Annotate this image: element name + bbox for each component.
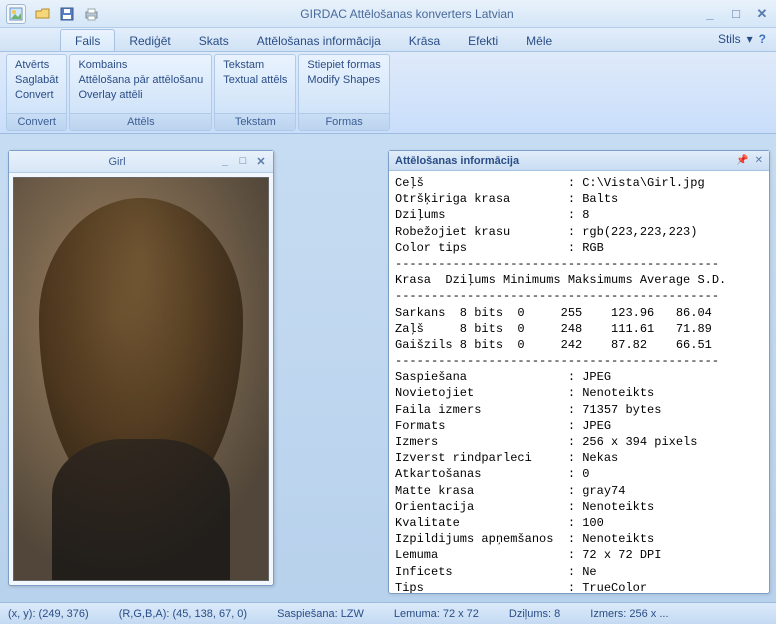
statusbar: (x, y): (249, 376) (R,G,B,A): (45, 138, … xyxy=(0,602,776,624)
maximize-button[interactable]: □ xyxy=(728,6,744,22)
image-window-title: Girl xyxy=(15,156,219,168)
print-icon[interactable] xyxy=(82,5,100,23)
tab-skats[interactable]: Skats xyxy=(185,30,243,51)
ribbon-group-label: Attēls xyxy=(70,113,211,130)
ribbon: Atvērts Saglabāt Convert Convert Kombain… xyxy=(0,52,776,134)
close-button[interactable]: ✕ xyxy=(754,6,770,22)
status-compression: Saspiešana: LZW xyxy=(277,608,364,620)
ribbon-item-atverts[interactable]: Atvērts xyxy=(13,58,60,72)
child-close-button[interactable]: ✕ xyxy=(255,155,267,168)
stils-label: Stils xyxy=(718,32,741,46)
ribbon-item-overlay[interactable]: Overlay attēli xyxy=(76,88,205,102)
quick-access-toolbar xyxy=(34,5,100,23)
ribbon-item-stiepiet-formas[interactable]: Stiepiet formas xyxy=(305,58,382,72)
workspace: Girl _ □ ✕ Attēlošanas informācija 📌 ✕ C… xyxy=(0,134,776,602)
status-rgba: (R,G,B,A): (45, 138, 67, 0) xyxy=(119,608,247,620)
child-minimize-button[interactable]: _ xyxy=(219,155,231,168)
status-depth: Dziļums: 8 xyxy=(509,608,560,620)
window-controls: _ □ ✕ xyxy=(702,6,770,22)
titlebar: GIRDAC Attēlošanas konverters Latvian _ … xyxy=(0,0,776,28)
ribbon-group-convert: Atvērts Saglabāt Convert Convert xyxy=(6,54,67,131)
panel-close-button[interactable]: ✕ xyxy=(755,155,763,166)
info-panel-titlebar[interactable]: Attēlošanas informācija 📌 ✕ xyxy=(389,151,769,171)
child-maximize-button[interactable]: □ xyxy=(237,155,249,168)
tab-rediget[interactable]: Rediģēt xyxy=(115,30,184,51)
tab-efekti[interactable]: Efekti xyxy=(454,30,512,51)
open-icon[interactable] xyxy=(34,5,52,23)
ribbon-group-label: Tekstam xyxy=(215,113,295,130)
ribbon-item-kombains[interactable]: Kombains xyxy=(76,58,205,72)
ribbon-group-tekstam: Tekstam Textual attēls Tekstam xyxy=(214,54,296,131)
tab-fails[interactable]: Fails xyxy=(60,29,115,51)
status-size: Izmers: 256 x ... xyxy=(590,608,668,620)
ribbon-group-label: Convert xyxy=(7,113,66,130)
ribbon-item-tekstam[interactable]: Tekstam xyxy=(221,58,289,72)
ribbon-group-attels: Kombains Attēlošana pār attēlošanu Overl… xyxy=(69,54,212,131)
ribbon-group-label: Formas xyxy=(299,113,388,130)
ribbon-item-att-par-att[interactable]: Attēlošana pār attēlošanu xyxy=(76,73,205,87)
ribbon-tabs: Fails Rediģēt Skats Attēlošanas informāc… xyxy=(0,28,776,52)
tab-krasa[interactable]: Krāsa xyxy=(395,30,454,51)
ribbon-item-textual-attels[interactable]: Textual attēls xyxy=(221,73,289,87)
info-panel-title: Attēlošanas informācija xyxy=(395,155,736,167)
minimize-button[interactable]: _ xyxy=(702,6,718,22)
app-icon xyxy=(6,4,26,24)
app-title: GIRDAC Attēlošanas konverters Latvian xyxy=(112,7,702,21)
ribbon-item-modify-shapes[interactable]: Modify Shapes xyxy=(305,73,382,87)
status-xy: (x, y): (249, 376) xyxy=(8,608,89,620)
image-window-titlebar[interactable]: Girl _ □ ✕ xyxy=(9,151,273,173)
save-icon[interactable] xyxy=(58,5,76,23)
ribbon-group-formas: Stiepiet formas Modify Shapes Formas xyxy=(298,54,389,131)
tab-mele[interactable]: Mēle xyxy=(512,30,566,51)
tab-attelosanas-info[interactable]: Attēlošanas informācija xyxy=(243,30,395,51)
chevron-down-icon: ▾ xyxy=(747,32,753,46)
info-panel: Attēlošanas informācija 📌 ✕ Ceļš : C:\Vi… xyxy=(388,150,770,594)
info-panel-body[interactable]: Ceļš : C:\Vista\Girl.jpg Otršķiriga kras… xyxy=(389,171,769,593)
help-icon[interactable]: ? xyxy=(759,32,766,46)
status-resolution: Lemuma: 72 x 72 xyxy=(394,608,479,620)
image-window-body xyxy=(9,173,273,585)
pin-icon[interactable]: 📌 xyxy=(736,155,748,166)
stils-dropdown[interactable]: Stils ▾ ? xyxy=(718,32,766,46)
ribbon-item-saglabat[interactable]: Saglabāt xyxy=(13,73,60,87)
ribbon-item-convert[interactable]: Convert xyxy=(13,88,60,102)
image-placeholder[interactable] xyxy=(13,177,269,581)
image-window[interactable]: Girl _ □ ✕ xyxy=(8,150,274,586)
